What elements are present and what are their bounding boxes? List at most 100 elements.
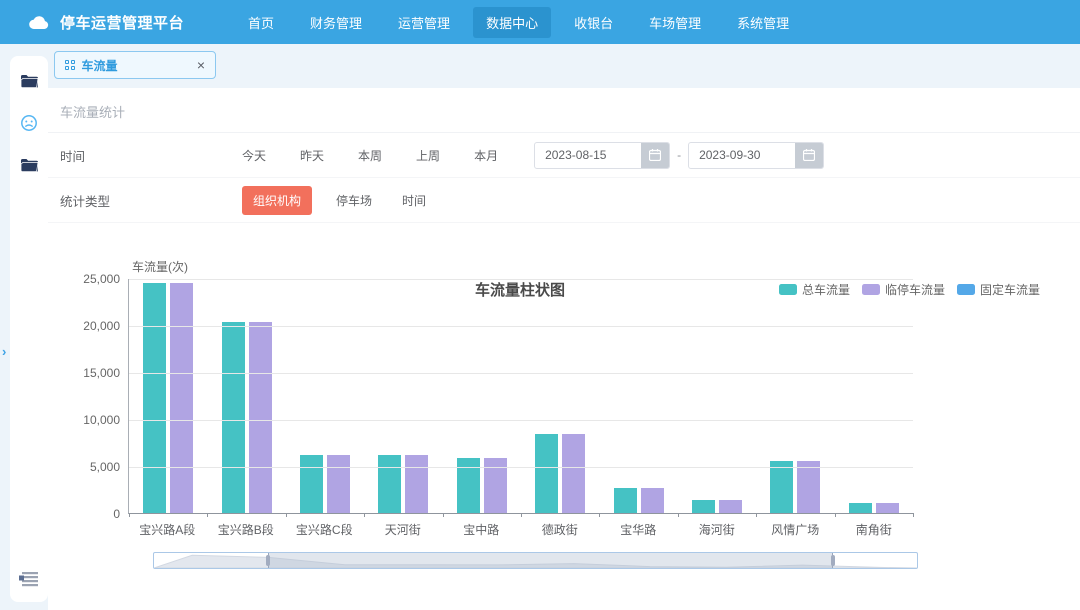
x-tick-label: 宝兴路C段: [285, 521, 364, 538]
bar-总车流量-宝中路[interactable]: [457, 458, 480, 513]
datazoom-window[interactable]: [268, 553, 833, 568]
panel-title: 车流量统计: [48, 88, 1080, 133]
plot: 05,00010,00015,00020,00025,000: [128, 279, 913, 514]
close-icon[interactable]: ×: [197, 58, 205, 72]
sidebar-card: [10, 56, 48, 602]
date-separator: -: [677, 148, 681, 162]
x-tick-label: 天河街: [364, 521, 443, 538]
bar-group-宝中路: [443, 279, 521, 513]
bar-总车流量-南角街[interactable]: [849, 503, 872, 513]
type-option-时间[interactable]: 时间: [402, 192, 426, 209]
type-option-组织机构[interactable]: 组织机构: [242, 186, 312, 215]
tab-traffic-flow[interactable]: 车流量 ×: [54, 51, 216, 79]
bar-总车流量-德政街[interactable]: [535, 434, 558, 513]
nav-item-财务管理[interactable]: 财务管理: [297, 7, 375, 38]
nav-item-车场管理[interactable]: 车场管理: [636, 7, 714, 38]
bar-临停车流量-宝兴路C段[interactable]: [327, 455, 350, 513]
type-label: 统计类型: [60, 191, 242, 210]
bar-总车流量-海河街[interactable]: [692, 500, 715, 513]
y-tick-label: 0: [113, 507, 120, 521]
bar-group-南角街: [835, 279, 913, 513]
y-tick-label: 5,000: [90, 460, 120, 474]
x-tick-label: 宝兴路B段: [207, 521, 286, 538]
bar-临停车流量-德政街[interactable]: [562, 434, 585, 513]
left-sidebar: [0, 44, 48, 610]
quick-option-本月[interactable]: 本月: [474, 147, 498, 164]
outline-list-icon[interactable]: [18, 568, 40, 590]
bar-临停车流量-宝华路[interactable]: [641, 488, 664, 513]
y-tick-label: 20,000: [83, 319, 120, 333]
end-date-value: 2023-09-30: [689, 148, 795, 162]
app-title: 停车运营管理平台: [60, 12, 184, 33]
quick-option-今天[interactable]: 今天: [242, 147, 266, 164]
tab-label: 车流量: [82, 57, 118, 74]
quick-option-昨天[interactable]: 昨天: [300, 147, 324, 164]
x-axis-tick: [756, 513, 757, 517]
bar-临停车流量-宝兴路B段[interactable]: [249, 322, 272, 513]
sidebar-expander[interactable]: ›: [2, 344, 6, 359]
x-axis-tick: [364, 513, 365, 517]
x-tick-label: 宝中路: [442, 521, 521, 538]
type-filter-row: 统计类型 组织机构 停车场 时间: [48, 178, 1080, 223]
gridline: [129, 420, 913, 421]
bar-临停车流量-海河街[interactable]: [719, 500, 742, 513]
nav-item-系统管理[interactable]: 系统管理: [724, 7, 802, 38]
bar-group-海河街: [678, 279, 756, 513]
bar-总车流量-宝兴路B段[interactable]: [222, 322, 245, 513]
datazoom-slider[interactable]: [153, 552, 918, 569]
x-axis-tick: [835, 513, 836, 517]
time-label: 时间: [60, 146, 242, 165]
legend-item-固定车流量[interactable]: 固定车流量: [957, 281, 1040, 298]
bar-总车流量-宝华路[interactable]: [614, 488, 637, 513]
y-tick-label: 10,000: [83, 413, 120, 427]
bar-总车流量-天河街[interactable]: [378, 455, 401, 513]
nav-item-收银台[interactable]: 收银台: [561, 7, 626, 38]
brand: 停车运营管理平台: [28, 12, 184, 33]
bar-group-宝兴路C段: [286, 279, 364, 513]
folder-icon[interactable]: [18, 154, 40, 176]
datazoom-left-handle[interactable]: [266, 555, 270, 566]
nav-item-数据中心[interactable]: 数据中心: [473, 7, 551, 38]
bar-group-宝华路: [599, 279, 677, 513]
bar-groups: [129, 279, 913, 513]
bar-总车流量-宝兴路C段[interactable]: [300, 455, 323, 513]
x-axis-tick: [207, 513, 208, 517]
nav-item-首页[interactable]: 首页: [235, 7, 287, 38]
datazoom-right-handle[interactable]: [831, 555, 835, 566]
quick-option-本周[interactable]: 本周: [358, 147, 382, 164]
legend-label: 固定车流量: [980, 281, 1040, 298]
gridline: [129, 326, 913, 327]
x-tick-label: 南角街: [835, 521, 914, 538]
nav-item-运营管理[interactable]: 运营管理: [385, 7, 463, 38]
bar-临停车流量-南角街[interactable]: [876, 503, 899, 513]
quick-options: 今天 昨天 本周 上周 本月: [242, 147, 532, 164]
bar-临停车流量-宝中路[interactable]: [484, 458, 507, 513]
calendar-icon[interactable]: [795, 143, 823, 168]
x-tick-label: 宝兴路A段: [128, 521, 207, 538]
x-axis-tick: [913, 513, 914, 517]
bar-临停车流量-宝兴路A段[interactable]: [170, 283, 193, 513]
face-icon[interactable]: [18, 112, 40, 134]
gridline: [129, 373, 913, 374]
x-axis-tick: [521, 513, 522, 517]
bar-group-宝兴路B段: [207, 279, 285, 513]
x-tick-label: 风情广场: [756, 521, 835, 538]
legend-swatch: [957, 284, 975, 295]
calendar-icon[interactable]: [641, 143, 669, 168]
date-range: 2023-08-15 - 2023-09-30: [534, 142, 824, 169]
start-date-input[interactable]: 2023-08-15: [534, 142, 670, 169]
main-content: 车流量 × 车流量统计 时间 今天 昨天 本周 上周 本月 2023-08-15: [48, 44, 1080, 610]
end-date-input[interactable]: 2023-09-30: [688, 142, 824, 169]
x-axis-tick: [129, 513, 130, 517]
bar-临停车流量-天河街[interactable]: [405, 455, 428, 513]
bar-总车流量-宝兴路A段[interactable]: [143, 283, 166, 513]
bar-临停车流量-风情广场[interactable]: [797, 461, 820, 513]
bar-总车流量-风情广场[interactable]: [770, 461, 793, 513]
tab-bar: 车流量 ×: [48, 44, 1080, 86]
start-date-value: 2023-08-15: [535, 148, 641, 162]
type-option-停车场[interactable]: 停车场: [336, 192, 372, 209]
folder-icon[interactable]: [18, 70, 40, 92]
x-tick-label: 宝华路: [599, 521, 678, 538]
quick-option-上周[interactable]: 上周: [416, 147, 440, 164]
bar-group-风情广场: [756, 279, 834, 513]
